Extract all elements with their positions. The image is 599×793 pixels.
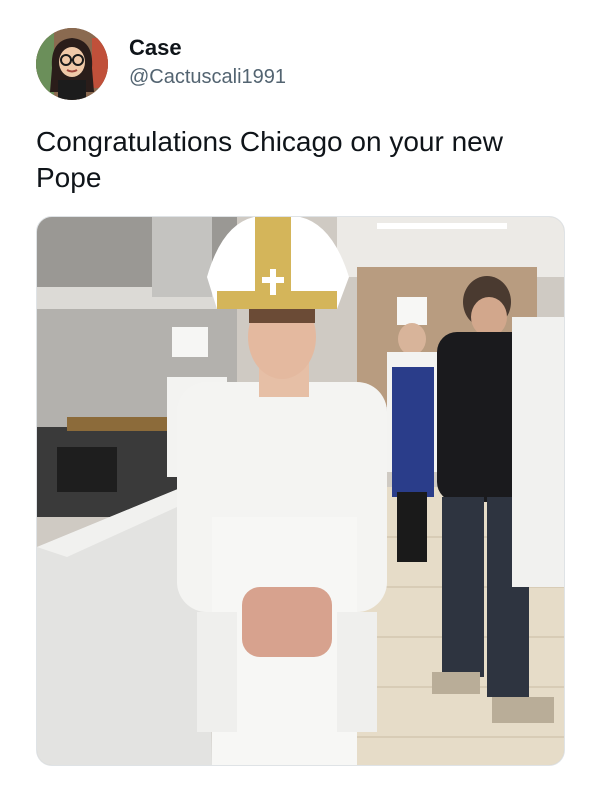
tweet-photo[interactable] xyxy=(36,216,565,766)
avatar[interactable] xyxy=(36,28,108,100)
cartoon-avatar-icon xyxy=(36,28,108,100)
photo-icon xyxy=(37,217,564,765)
user-handle[interactable]: @Cactuscali1991 xyxy=(129,66,286,89)
display-name[interactable]: Case xyxy=(129,35,182,61)
tweet-text: Congratulations Chicago on your new Pope xyxy=(36,126,503,193)
